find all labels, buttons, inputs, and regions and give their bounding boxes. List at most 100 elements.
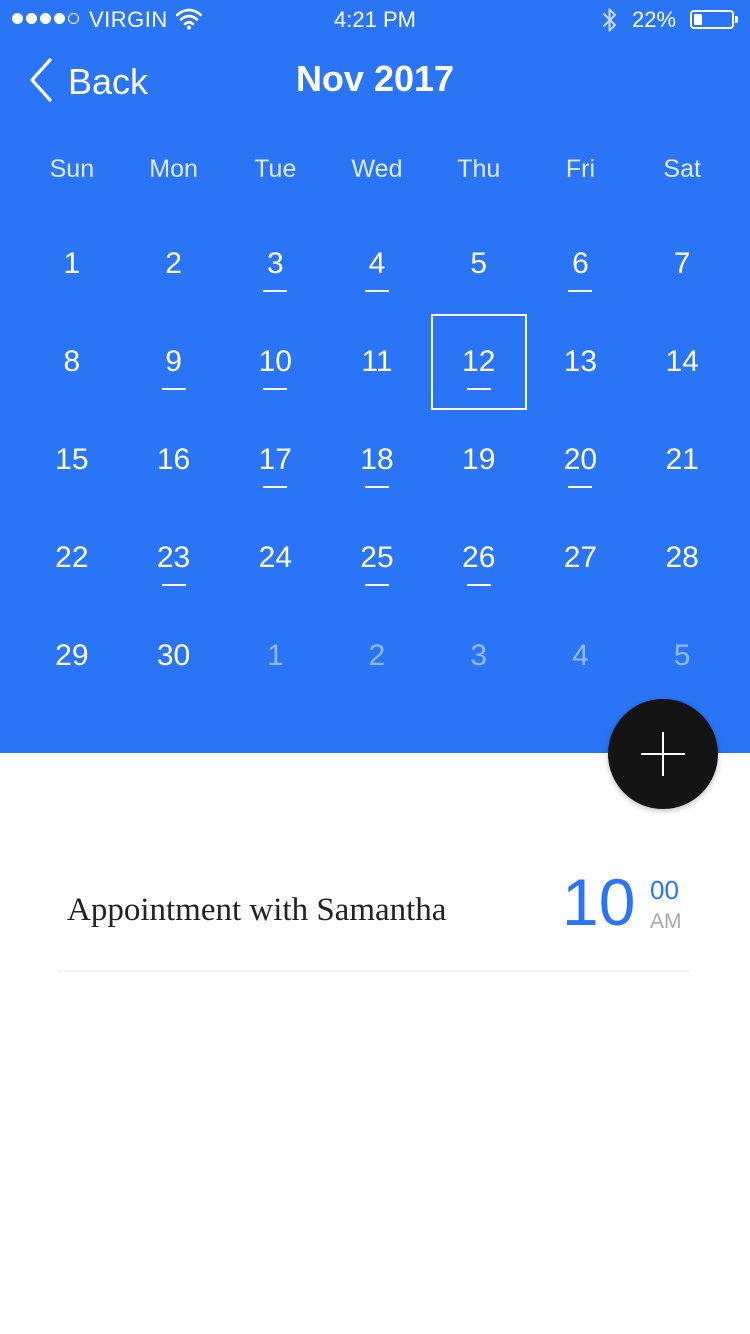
- battery-icon: [690, 10, 734, 29]
- bluetooth-icon: [600, 6, 620, 40]
- day-cell[interactable]: 9: [123, 313, 225, 411]
- day-number: 4: [572, 639, 589, 672]
- day-number: 12: [462, 345, 496, 378]
- status-bar: VIRGIN 4:21 PM 22%: [0, 0, 750, 40]
- day-number: 18: [360, 443, 394, 476]
- day-number: 5: [470, 247, 488, 280]
- day-cell[interactable]: 10: [224, 313, 326, 411]
- day-number: 11: [361, 345, 393, 378]
- day-cell[interactable]: 21: [631, 411, 733, 509]
- day-number: 6: [572, 247, 589, 280]
- event-indicator: [263, 388, 288, 390]
- day-cell[interactable]: 29: [21, 607, 123, 705]
- day-cell[interactable]: 6: [530, 215, 632, 313]
- day-cell[interactable]: 11: [326, 313, 428, 411]
- event-indicator: [161, 584, 186, 586]
- day-cell[interactable]: 15: [21, 411, 123, 509]
- day-cell-next-month[interactable]: 2: [326, 607, 428, 705]
- event-indicator: [568, 486, 593, 488]
- day-cell[interactable]: 30: [123, 607, 225, 705]
- day-cell[interactable]: 17: [224, 411, 326, 509]
- weekday-tue: Tue: [254, 155, 297, 183]
- day-number: 3: [266, 247, 284, 280]
- day-number: 29: [55, 639, 89, 672]
- weekday-fri: Fri: [565, 155, 596, 183]
- day-number: 15: [55, 443, 89, 476]
- weekday-header: Sun Mon Tue Wed Thu Fri Sat: [21, 155, 733, 184]
- day-cell[interactable]: 18: [326, 411, 428, 509]
- day-number: 5: [673, 639, 691, 672]
- day-number: 16: [156, 443, 191, 476]
- event-indicator: [161, 388, 186, 390]
- day-number: 24: [258, 541, 292, 574]
- add-event-button[interactable]: [608, 699, 718, 809]
- day-number: 17: [258, 443, 292, 476]
- day-number: 22: [55, 541, 89, 574]
- day-cell[interactable]: 2: [123, 215, 225, 313]
- event-indicator: [466, 584, 491, 586]
- day-number: 20: [563, 443, 598, 476]
- event-indicator: [364, 584, 389, 586]
- day-cell[interactable]: 7: [631, 215, 733, 313]
- day-number: 7: [673, 247, 691, 280]
- day-cell[interactable]: 28: [631, 509, 733, 607]
- event-hour: 10: [562, 865, 636, 939]
- event-indicator: [364, 290, 389, 292]
- day-cell[interactable]: 16: [123, 411, 225, 509]
- day-cell[interactable]: 4: [326, 215, 428, 313]
- event-indicator: [364, 486, 389, 488]
- event-indicator: [263, 486, 288, 488]
- day-cell[interactable]: 14: [631, 313, 733, 411]
- day-cell-next-month[interactable]: 4: [530, 607, 632, 705]
- battery-percentage: 22%: [632, 7, 677, 32]
- calendar-header: VIRGIN 4:21 PM 22% Back Nov 2017 Sun Mon…: [0, 0, 750, 753]
- day-cell[interactable]: 27: [530, 509, 632, 607]
- day-cell[interactable]: 24: [224, 509, 326, 607]
- day-number: 21: [665, 443, 699, 476]
- event-item[interactable]: Appointment with Samantha 10 00 AM: [58, 855, 690, 972]
- event-indicator: [263, 290, 288, 292]
- weekday-thu: Thu: [457, 155, 501, 183]
- day-number: 14: [665, 345, 699, 378]
- day-cell[interactable]: 19: [428, 411, 530, 509]
- event-indicator: [466, 388, 491, 390]
- weekday-mon: Mon: [149, 155, 198, 183]
- day-cell[interactable]: 3: [224, 215, 326, 313]
- day-number: 9: [165, 345, 182, 378]
- day-number: 8: [63, 345, 81, 378]
- day-number: 2: [165, 247, 182, 280]
- day-number: 28: [665, 541, 699, 574]
- day-number: 27: [563, 541, 598, 574]
- day-number: 26: [462, 541, 496, 574]
- event-indicator: [568, 290, 593, 292]
- battery-nub: [735, 16, 738, 23]
- day-cell-next-month[interactable]: 5: [631, 607, 733, 705]
- event-minute: 00: [650, 875, 679, 905]
- event-ampm: AM: [650, 910, 682, 933]
- day-cell[interactable]: 20: [530, 411, 632, 509]
- day-cell[interactable]: 13: [530, 313, 632, 411]
- day-cell[interactable]: 23: [123, 509, 225, 607]
- day-number: 23: [156, 541, 191, 574]
- day-number: 13: [563, 345, 598, 378]
- day-number: 19: [462, 443, 496, 476]
- weekday-sun: Sun: [49, 155, 95, 183]
- day-number: 1: [266, 639, 284, 672]
- day-cell[interactable]: 22: [21, 509, 123, 607]
- day-cell[interactable]: 5: [428, 215, 530, 313]
- day-cell[interactable]: 1: [21, 215, 123, 313]
- plus-icon-vertical: [662, 732, 664, 776]
- day-cell[interactable]: 8: [21, 313, 123, 411]
- day-number: 25: [360, 541, 394, 574]
- day-cell[interactable]: 12: [428, 313, 530, 411]
- day-number: 2: [368, 639, 386, 672]
- weekday-sat: Sat: [663, 155, 701, 183]
- day-cell-next-month[interactable]: 1: [224, 607, 326, 705]
- event-title: Appointment with Samantha: [67, 892, 447, 928]
- day-cell[interactable]: 26: [428, 509, 530, 607]
- day-cell-next-month[interactable]: 3: [428, 607, 530, 705]
- calendar-grid: 1 2 3 4 5 6 7 8 9 10 11 12 13 14 15 16 17 18 19 20 21 22 23 24 2…: [21, 215, 733, 705]
- month-title: Nov 2017: [295, 58, 455, 99]
- day-cell[interactable]: 25: [326, 509, 428, 607]
- day-number: 4: [368, 247, 386, 280]
